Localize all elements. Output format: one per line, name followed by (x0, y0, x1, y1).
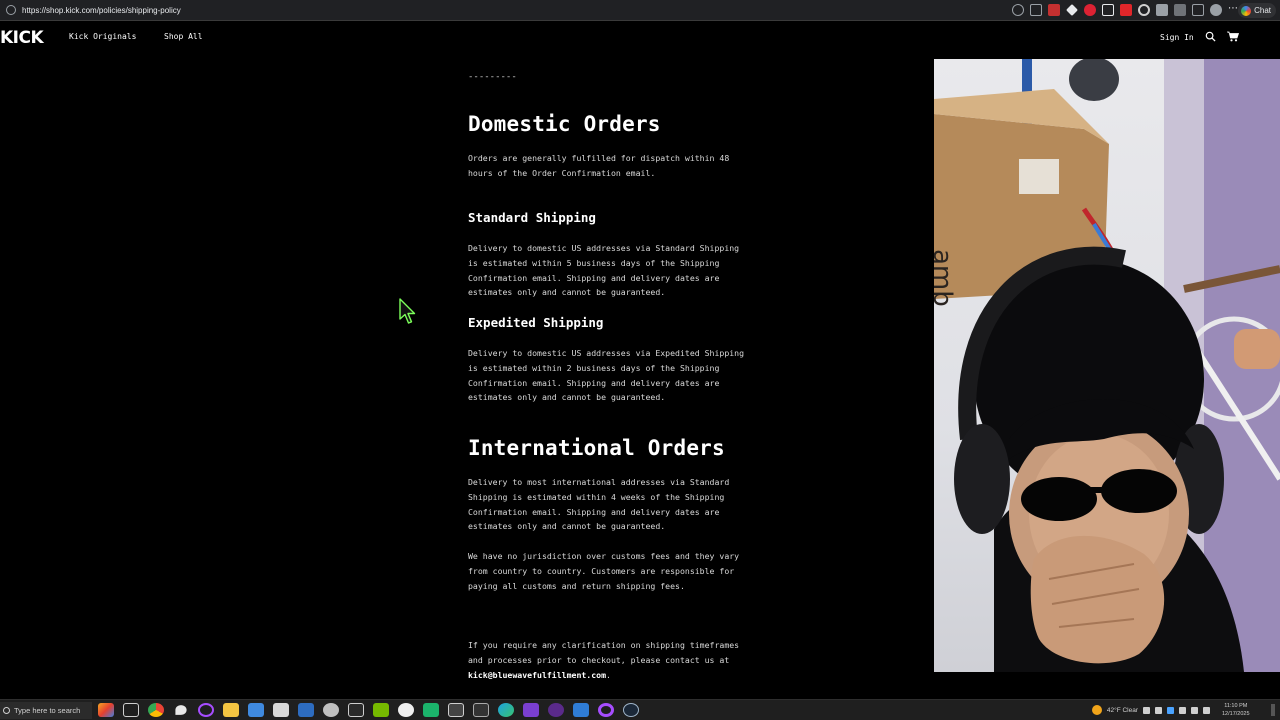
clock-time: 11:10 PM (1224, 703, 1248, 709)
chrome-icon[interactable] (148, 703, 164, 717)
kick-logo[interactable]: KICK (0, 28, 44, 48)
sign-in-link[interactable]: Sign In (1160, 33, 1194, 42)
svg-text:amb: amb (934, 249, 957, 307)
site-info-icon[interactable] (6, 5, 16, 15)
taskbar-app-icons (98, 703, 639, 717)
search-icon[interactable] (1205, 31, 1216, 42)
streamer-webcam-image: amb (934, 59, 1280, 672)
app-pin-icon[interactable] (175, 705, 187, 715)
show-desktop-button[interactable] (1271, 704, 1275, 716)
customs-fees-text: We have no jurisdiction over customs fee… (468, 551, 740, 591)
gemini-icon (1241, 5, 1252, 16)
nvidia-icon[interactable] (373, 703, 389, 717)
standard-shipping-heading: Standard Shipping (468, 210, 596, 225)
file-explorer-icon[interactable] (223, 703, 239, 717)
app-blue-icon[interactable] (248, 703, 264, 717)
app-photo-icon[interactable] (573, 703, 589, 717)
app-purple-circle-icon[interactable] (198, 703, 214, 717)
profile-avatar-icon[interactable] (1210, 4, 1222, 16)
weather-moon-icon[interactable] (1091, 705, 1102, 715)
dash-divider: --------- (468, 72, 517, 82)
standard-shipping-text: Delivery to domestic US addresses via St… (468, 243, 740, 298)
zoom-icon[interactable] (1012, 4, 1024, 16)
domestic-orders-heading: Domestic Orders (468, 112, 661, 136)
contact-period: . (606, 669, 611, 680)
widget-colorful-icon[interactable] (98, 703, 114, 717)
app-notepad-icon[interactable] (273, 703, 289, 717)
steam-icon[interactable] (623, 703, 639, 717)
extension-window-icon[interactable] (1102, 4, 1114, 16)
browser-bar: https://shop.kick.com/policies/shipping-… (0, 0, 1280, 21)
app-vectorworks-icon[interactable] (348, 703, 364, 717)
app-blue-square-icon[interactable] (298, 703, 314, 717)
app-hash-icon[interactable] (523, 703, 539, 717)
app-ring-icon[interactable] (598, 703, 614, 717)
international-orders-heading: International Orders (468, 436, 725, 460)
app-terminal-icon[interactable] (448, 703, 464, 717)
chat-label: Chat (1254, 6, 1271, 15)
taskbar-search-placeholder: Type here to search (14, 706, 81, 715)
network-icon[interactable] (1179, 706, 1186, 714)
tray-chevron-icon[interactable] (1143, 706, 1150, 714)
extension-gear-icon[interactable] (1138, 4, 1150, 16)
app-grid-icon[interactable] (473, 703, 489, 717)
nav-shop-all[interactable]: Shop All (164, 32, 203, 41)
extension-red-icon[interactable] (1048, 4, 1060, 16)
usb-icon[interactable] (1155, 706, 1162, 714)
site-header: KICK Kick Originals Shop All Sign In (0, 22, 1280, 52)
task-view-icon[interactable] (123, 703, 139, 717)
chat-button[interactable]: Chat (1238, 3, 1276, 18)
obs-icon[interactable] (548, 703, 564, 717)
split-view-icon[interactable] (1192, 4, 1204, 16)
cart-icon[interactable] (1227, 31, 1239, 42)
taskbar-clock[interactable]: 11:10 PM 12/17/2025 (1222, 702, 1250, 718)
app-alien-icon[interactable] (323, 703, 339, 717)
domestic-orders-text: Orders are generally fulfilled for dispa… (468, 153, 730, 178)
edge-icon[interactable] (498, 703, 514, 717)
nav-kick-originals[interactable]: Kick Originals (69, 32, 136, 41)
bluetooth-icon[interactable] (1167, 706, 1174, 714)
contact-email-link[interactable]: kick@bluewavefulfillment.com (468, 670, 606, 680)
webcam-overlay: amb (934, 59, 1280, 672)
cloud-icon[interactable] (1203, 706, 1210, 714)
expedited-shipping-heading: Expedited Shipping (468, 315, 604, 330)
windows-taskbar: Type here to search 42°F Clear 11:10 PM … (0, 699, 1280, 720)
extension-diamond-icon[interactable] (1066, 4, 1078, 16)
expedited-shipping-text: Delivery to domestic US addresses via Ex… (468, 348, 745, 403)
app-arrow-icon[interactable] (398, 703, 414, 717)
weather-text[interactable]: 42°F Clear (1107, 707, 1138, 714)
system-tray: 42°F Clear (1091, 705, 1210, 715)
extension-youtube-icon[interactable] (1120, 4, 1132, 16)
volume-icon[interactable] (1191, 706, 1198, 714)
clock-date: 12/17/2025 (1222, 711, 1250, 717)
extension-link-icon[interactable] (1156, 4, 1168, 16)
contact-text: If you require any clarification on ship… (468, 638, 768, 682)
contact-prefix: If you require any clarification on ship… (468, 640, 740, 665)
extension-puzzle-icon[interactable] (1174, 4, 1186, 16)
bookmark-star-icon[interactable] (1030, 4, 1042, 16)
extension-record-icon[interactable] (1084, 4, 1096, 16)
app-green-icon[interactable] (423, 703, 439, 717)
taskbar-search[interactable]: Type here to search (0, 702, 92, 719)
address-bar-url[interactable]: https://shop.kick.com/policies/shipping-… (22, 6, 181, 15)
search-icon (3, 707, 10, 714)
mouse-cursor-icon (399, 298, 416, 324)
international-orders-text: Delivery to most international addresses… (468, 477, 730, 532)
browser-extension-icons: ⋯ (1012, 4, 1240, 16)
